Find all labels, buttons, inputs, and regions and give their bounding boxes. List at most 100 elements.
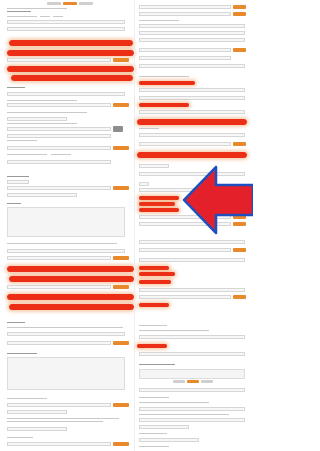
pager-tab-1[interactable] [173,380,185,383]
text-field[interactable] [139,288,245,292]
text-field[interactable] [7,193,77,197]
action-button[interactable] [113,146,129,150]
text-field[interactable] [139,418,245,422]
redaction-mark [9,304,134,310]
text-field[interactable] [139,142,231,146]
action-button[interactable] [113,403,129,407]
text-field[interactable] [7,427,67,431]
text-field[interactable] [139,133,245,137]
label-line [7,16,37,17]
label-line [139,76,189,77]
action-button[interactable] [233,295,246,299]
form-page [0,0,253,451]
section-heading [7,353,37,354]
label-line [139,446,169,447]
text-field[interactable] [7,117,67,121]
text-field[interactable] [7,27,125,31]
action-button[interactable] [113,285,129,289]
pager-tab-2[interactable] [187,380,199,383]
text-field[interactable] [139,48,231,52]
text-field[interactable] [139,64,245,68]
action-button[interactable] [113,442,129,446]
text-field[interactable] [7,103,111,107]
action-button[interactable] [233,142,246,146]
action-button[interactable] [113,256,129,260]
action-button[interactable] [113,103,129,107]
help-text-line [139,414,229,415]
section-heading [7,87,25,88]
arrow-shape [182,165,253,235]
text-field[interactable] [139,88,245,92]
help-text-line [7,100,77,101]
text-field[interactable] [139,352,245,356]
redaction-mark [11,75,133,81]
text-field[interactable] [139,438,199,442]
text-field[interactable] [7,160,111,164]
help-text-line [7,421,103,422]
action-button[interactable] [233,248,246,252]
text-field[interactable] [139,164,169,168]
tab-3[interactable] [79,2,93,5]
redaction-mark [137,119,247,125]
text-field[interactable] [139,240,245,244]
text-field[interactable] [139,110,245,114]
action-button[interactable] [233,5,246,9]
text-field[interactable] [139,24,245,28]
text-field[interactable] [139,38,245,42]
action-button[interactable] [113,186,129,190]
redaction-mark [9,40,133,46]
section-heading [139,364,175,365]
text-field[interactable] [139,248,231,252]
text-field[interactable] [7,410,67,414]
text-field[interactable] [139,425,189,429]
action-button[interactable] [233,12,246,16]
text-field[interactable] [7,180,29,184]
text-field[interactable] [7,285,111,289]
action-button[interactable] [113,341,129,345]
text-field[interactable] [7,341,111,345]
text-field[interactable] [139,388,245,392]
action-button[interactable] [233,48,246,52]
notes-textarea[interactable] [7,357,125,390]
text-field[interactable] [7,186,111,190]
text-field[interactable] [7,442,111,446]
text-field[interactable] [139,56,231,60]
text-field[interactable] [139,5,231,9]
tab-2[interactable] [63,2,77,5]
text-field[interactable] [7,146,111,150]
pager-tab-3[interactable] [201,380,213,383]
text-field[interactable] [139,407,245,411]
label-line [139,397,169,398]
text-field[interactable] [139,96,245,100]
action-button[interactable] [113,58,129,62]
text-field[interactable] [7,58,111,62]
text-field[interactable] [7,92,125,96]
text-field[interactable] [139,335,245,339]
small-field[interactable] [139,182,149,186]
text-field[interactable] [139,295,231,299]
section-heading [7,11,31,12]
left-arrow-icon [182,165,253,235]
redaction-mark [7,66,134,72]
text-field[interactable] [139,258,245,262]
redaction-mark [139,272,175,276]
comments-textarea[interactable] [7,207,125,237]
section-heading [7,322,25,323]
text-field[interactable] [139,31,245,35]
text-field[interactable] [139,12,231,16]
help-text-line [7,327,123,328]
redaction-mark [139,208,179,212]
text-field[interactable] [7,127,111,131]
top-tab-bar [47,2,97,5]
text-field[interactable] [7,20,125,24]
calendar-icon[interactable] [113,126,123,132]
text-field[interactable] [7,134,111,138]
text-field[interactable] [7,332,125,336]
redaction-mark [7,266,134,272]
notes-textarea[interactable] [139,369,245,379]
text-field[interactable] [7,256,111,260]
help-text-line [7,418,119,419]
tab-1[interactable] [47,2,61,5]
text-field[interactable] [7,403,111,407]
text-field[interactable] [7,249,125,253]
